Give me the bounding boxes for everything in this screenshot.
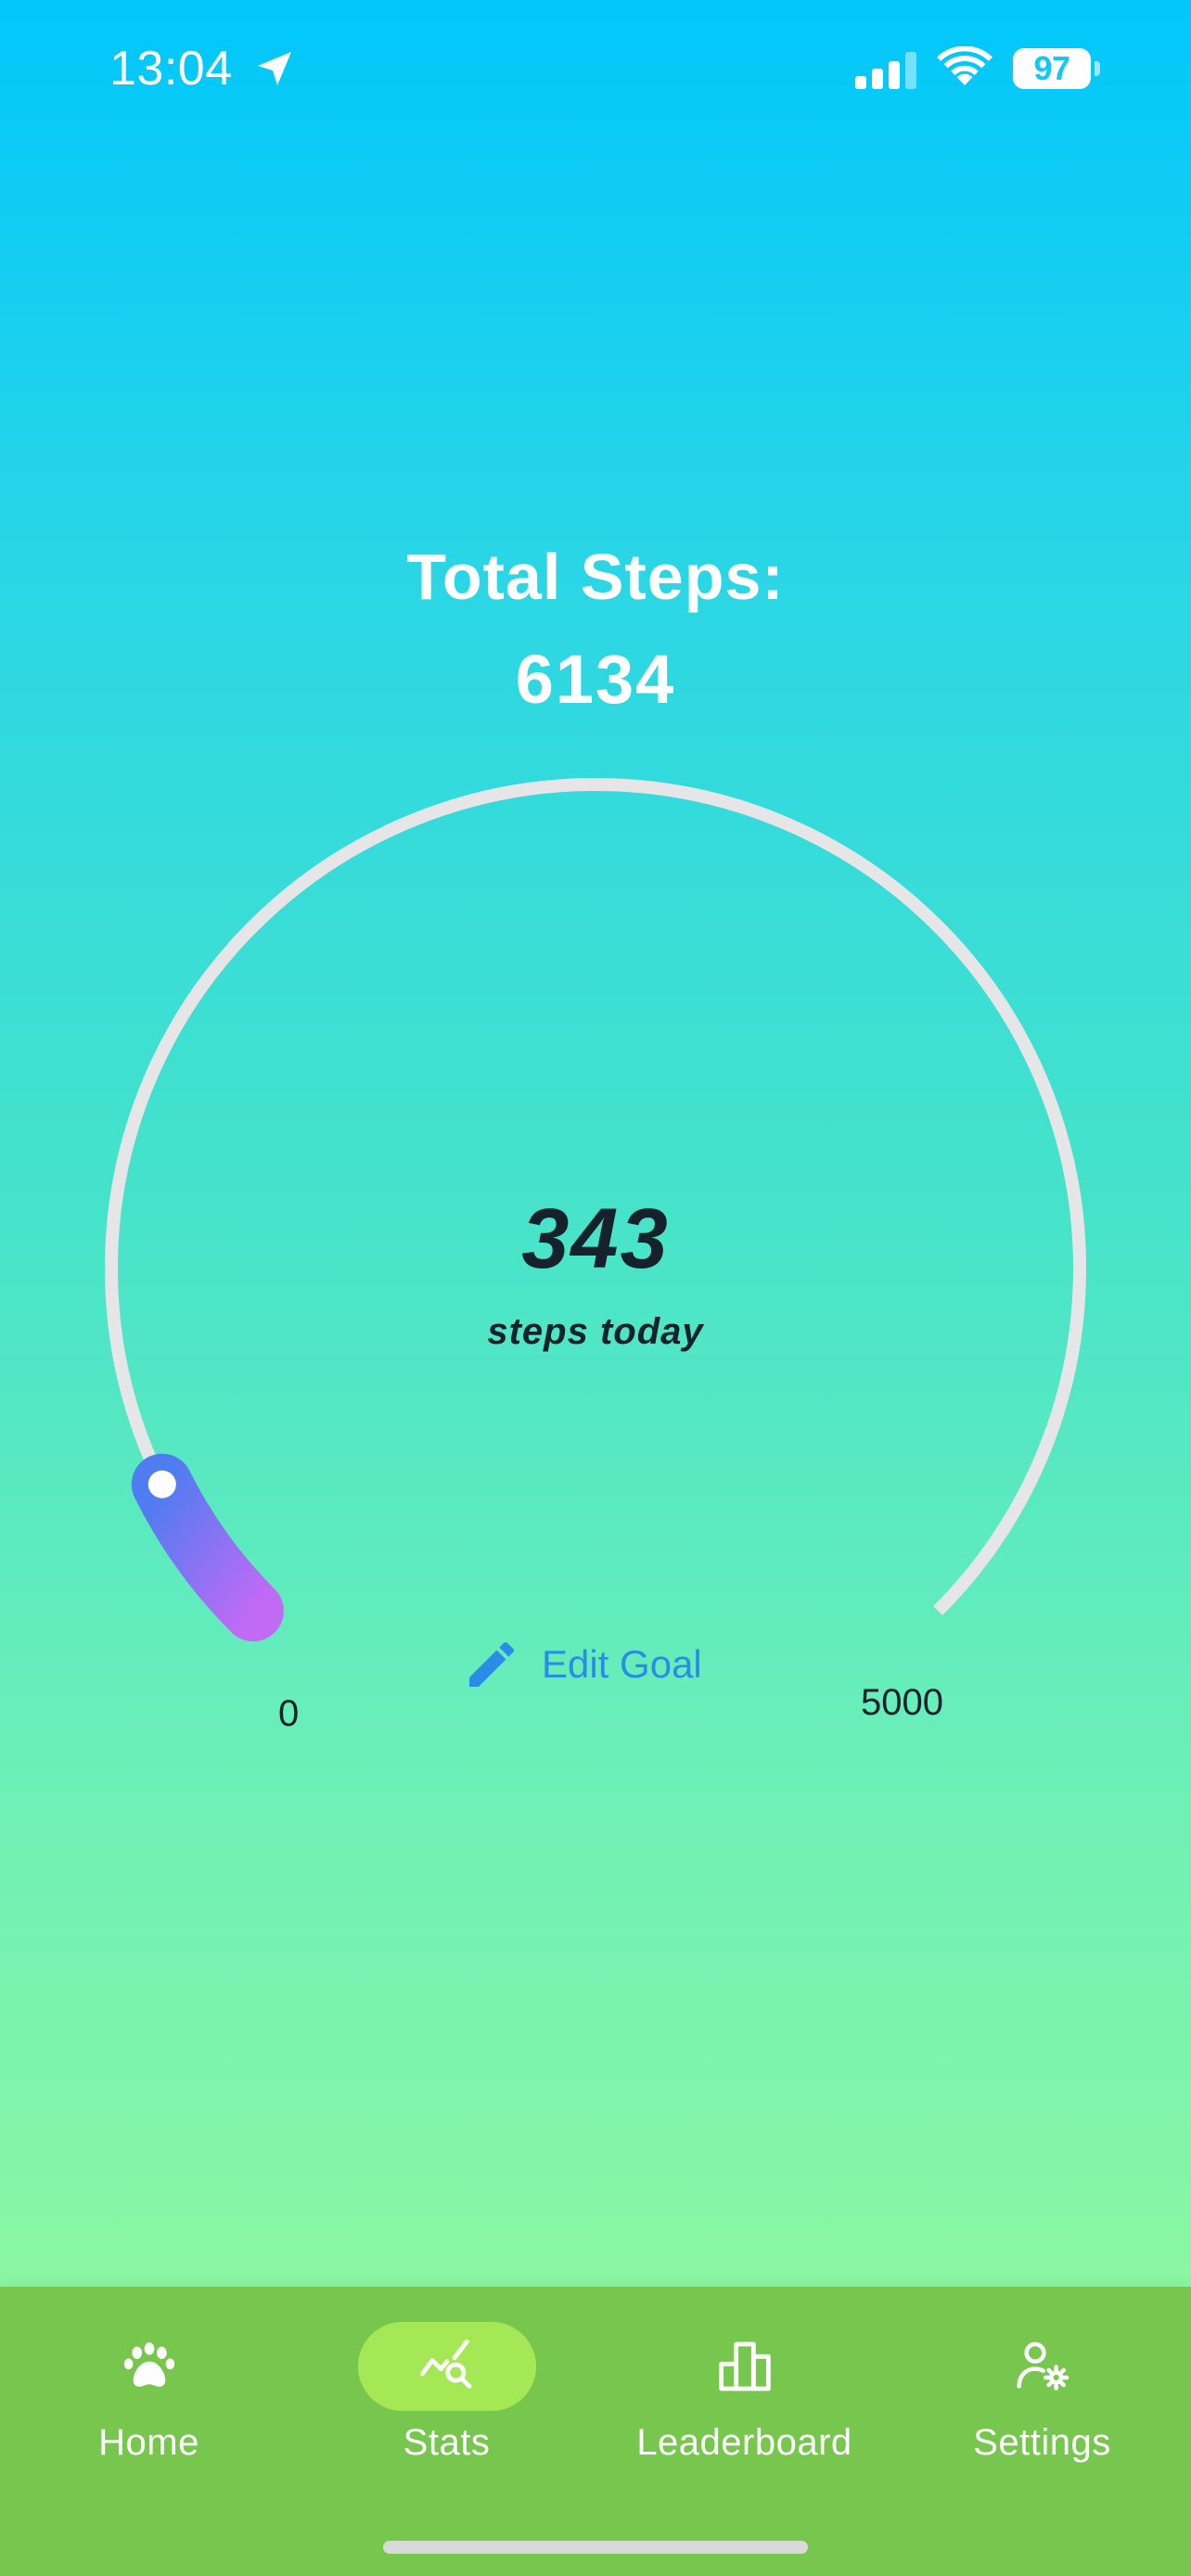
- gauge-progress: [131, 1453, 284, 1642]
- home-indicator: [383, 2541, 808, 2554]
- nav-label-leaderboard: Leaderboard: [636, 2422, 852, 2463]
- nav-icon-container: [656, 2322, 834, 2411]
- user-settings-icon: [1016, 2341, 1069, 2391]
- nav-item-stats[interactable]: Stats: [298, 2303, 596, 2489]
- nav-label-stats: Stats: [403, 2422, 491, 2463]
- stats-search-icon: [419, 2339, 471, 2389]
- steps-today-value: 343: [521, 1192, 670, 1286]
- edit-goal-button[interactable]: Edit Goal: [462, 1632, 702, 1697]
- nav-item-settings[interactable]: Settings: [893, 2303, 1191, 2489]
- nav-icon-container: [954, 2322, 1132, 2411]
- nav-label-settings: Settings: [973, 2422, 1111, 2463]
- nav-item-home[interactable]: Home: [0, 2303, 298, 2489]
- steps-gauge: [105, 777, 1086, 1642]
- gauge-max-label: 5000: [861, 1682, 943, 1723]
- nav-icon-container: [60, 2322, 238, 2411]
- steps-today-label: steps today: [487, 1311, 704, 1352]
- nav-item-leaderboard[interactable]: Leaderboard: [596, 2303, 893, 2489]
- gauge-min-label: 0: [278, 1693, 300, 1734]
- nav-label-home: Home: [98, 2422, 199, 2463]
- gauge-knob[interactable]: [147, 1470, 176, 1498]
- paw-icon: [123, 2342, 174, 2387]
- pencil-icon: [469, 1641, 515, 1687]
- edit-goal-label: Edit Goal: [542, 1642, 702, 1686]
- step-counter-screen: 13:04 97 Total Steps: 6134 343 steps tod…: [0, 0, 1191, 2576]
- bottom-navigation: Home Stats Leaderboard Settings: [0, 2287, 1191, 2576]
- nav-active-indicator: [357, 2322, 536, 2411]
- leaderboard-icon: [718, 2341, 771, 2391]
